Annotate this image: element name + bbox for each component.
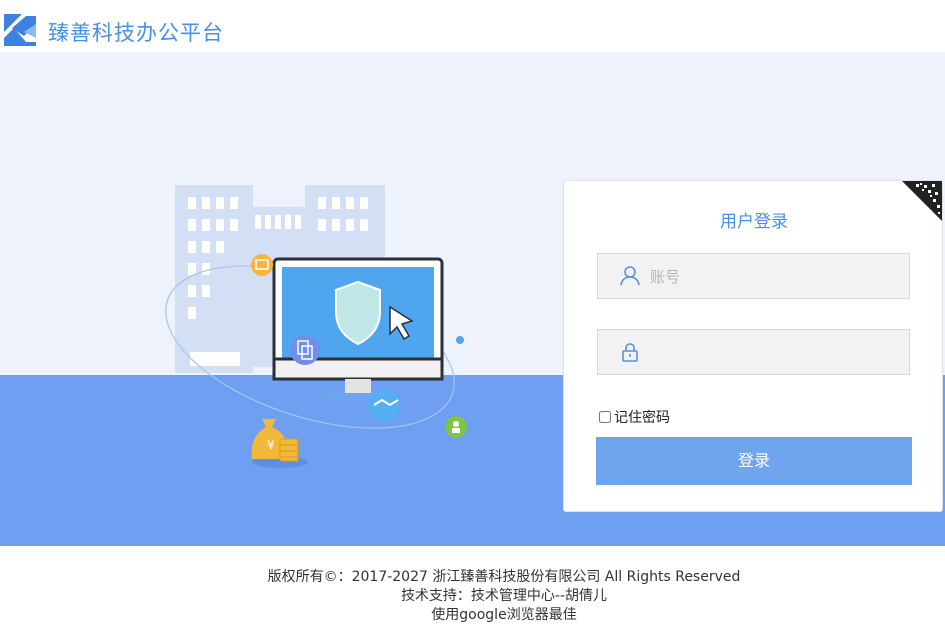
money-bag-icon: ¥ [251,419,308,468]
user-icon [620,266,640,286]
copy-icon [290,335,320,365]
chart-icon [251,254,273,276]
remember-checkbox[interactable] [599,411,611,423]
svg-text:¥: ¥ [267,438,275,452]
footer: 版权所有©：2017-2027 浙江臻善科技股份有限公司 All Rights … [0,546,945,630]
header: 臻善科技办公平台 [0,0,945,52]
username-field [597,253,910,300]
login-button[interactable]: 登录 [596,437,912,485]
lock-icon [622,343,638,362]
copyright-text: 版权所有©：2017-2027 浙江臻善科技股份有限公司 All Rights … [267,569,741,585]
browser-tip: 使用google浏览器最佳 [431,607,577,623]
login-title: 用户登录 [720,212,788,232]
username-input[interactable] [648,254,902,300]
support-text: 技术支持：技术管理中心--胡倩儿 [400,588,608,604]
remember-password[interactable]: 记住密码 [599,407,670,427]
password-input[interactable] [648,330,902,376]
handshake-icon [368,389,400,421]
password-field [597,329,910,376]
remember-label: 记住密码 [614,410,670,426]
brand-title: 臻善科技办公平台 [48,21,224,45]
logo-icon [4,14,36,46]
login-card: 用户登录 记住密码 登录 [563,180,943,512]
office-illustration: ¥ [165,185,467,468]
